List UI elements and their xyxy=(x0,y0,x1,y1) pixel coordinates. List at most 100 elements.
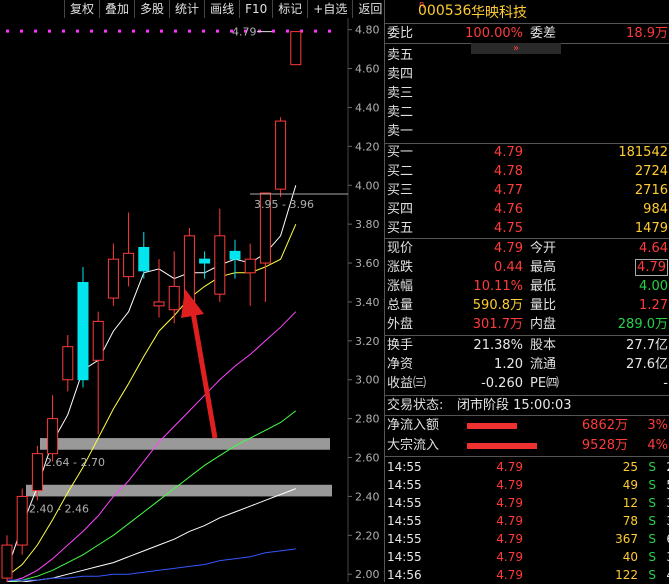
magenta-dot xyxy=(118,29,121,33)
tick-row: 14:554.7912S3 xyxy=(385,494,669,512)
y-tick-label: 3.40 xyxy=(355,296,380,309)
stat-value: 301.7万 xyxy=(472,317,523,332)
divider xyxy=(385,456,669,457)
weibi-row: 委比 100.00% 委差 18.9万 xyxy=(385,24,669,43)
fund-value: -0.260 xyxy=(481,376,523,391)
candle-body xyxy=(244,258,256,274)
tick-volume: 78 xyxy=(622,514,638,528)
buy-volume: 1479 xyxy=(634,221,668,236)
buy-level-label: 买一 xyxy=(387,145,414,160)
weicha-value: 18.9万 xyxy=(626,26,668,41)
buy-row: 买四 4.76 984 xyxy=(385,200,669,219)
fund-row: 净资 1.20 流通 27.6亿 xyxy=(385,355,669,374)
candle xyxy=(244,243,256,306)
magenta-dot xyxy=(216,29,219,33)
buy-price: 4.79 xyxy=(494,145,523,160)
tick-volume: 12 xyxy=(622,496,638,510)
sell-row: 卖一 xyxy=(385,122,669,141)
candle xyxy=(92,311,104,435)
candle-body xyxy=(77,281,89,381)
stat-label: 总量 xyxy=(387,298,414,313)
candle-body xyxy=(16,495,28,546)
stat-label: 内盘 xyxy=(530,317,557,332)
fuquan-button[interactable]: 复权 xyxy=(65,0,101,18)
tick-price: 4.79 xyxy=(496,496,523,510)
overlay-button[interactable]: 叠加 xyxy=(100,0,136,18)
candle-body xyxy=(153,301,165,307)
candle xyxy=(168,251,180,324)
kline-svg[interactable]: 4.80 4.60 4.40 4.20 4.00 3.80 3.60 3.40 3.20 3.00… xyxy=(0,18,383,582)
fund-value: 1.20 xyxy=(494,357,523,372)
buy-row: 买五 4.75 1479 xyxy=(385,219,669,238)
tick-time: 14:55 xyxy=(387,550,422,564)
multi-stock-button[interactable]: 多股 xyxy=(135,0,171,18)
magenta-dot xyxy=(76,29,79,33)
stat-value: 1.27 xyxy=(639,298,668,313)
statistics-button[interactable]: 统计 xyxy=(170,0,206,18)
sell-row: 卖四 xyxy=(385,65,669,84)
status-row: 交易状态: 闭市阶段 15:00:03 xyxy=(385,396,669,415)
status-value: 闭市阶段 15:00:03 xyxy=(457,398,572,413)
status-label: 交易状态: xyxy=(387,398,444,413)
tick-volume: 367 xyxy=(615,532,638,546)
top-dotted-line xyxy=(6,29,331,33)
stat-value: 4.79 xyxy=(494,241,523,256)
candle-body xyxy=(290,31,302,66)
stock-name: 华映科技 xyxy=(471,5,527,21)
candle-body xyxy=(214,235,226,295)
y-tick-label: 4.00 xyxy=(355,179,380,192)
magenta-dot xyxy=(104,29,107,33)
sell-row: 卖三 xyxy=(385,84,669,103)
y-tick-label: 4.20 xyxy=(355,140,380,153)
buy-level-label: 买三 xyxy=(387,183,414,198)
magenta-dot xyxy=(132,29,135,33)
buy-price: 4.76 xyxy=(494,202,523,217)
ma-line-5 xyxy=(7,548,296,581)
stat-label: 最高 xyxy=(530,260,557,275)
magenta-dot xyxy=(48,29,51,33)
ma-line-1 xyxy=(6,224,297,577)
tick-side: S xyxy=(648,478,656,492)
stat-value: 0.44 xyxy=(494,260,523,275)
flow-row: 净流入额 6862万 3% xyxy=(385,416,669,435)
magenta-dot xyxy=(20,29,23,33)
tick-time: 14:55 xyxy=(387,496,422,510)
y-tick-label: 2.80 xyxy=(355,413,380,426)
stat-row: 外盘 301.7万 内盘 289.0万 xyxy=(385,315,669,334)
buy-row: 买二 4.78 2724 xyxy=(385,162,669,181)
y-tick-label: 3.00 xyxy=(355,374,380,387)
magenta-dot xyxy=(258,29,261,33)
fund-value: 21.38% xyxy=(473,338,523,353)
magenta-dot xyxy=(174,29,177,33)
candle-body xyxy=(199,258,211,264)
f10-button[interactable]: F10 xyxy=(240,0,274,18)
stock-terminal: 复权 叠加 多股 统计 画线 F10 标记 +自选 返回 4.80 4.60 4.4… xyxy=(0,0,669,582)
red-arrow-icon xyxy=(181,289,218,439)
candle xyxy=(123,212,135,287)
chart-toolbar: 复权 叠加 多股 统计 画线 F10 标记 +自选 返回 xyxy=(0,0,389,18)
candle xyxy=(47,395,59,462)
flow-percent: 4% xyxy=(647,438,668,453)
flow-row: 大宗流入 9528万 4% xyxy=(385,436,669,455)
candle-body xyxy=(138,246,150,272)
fund-label: 股本 xyxy=(530,338,557,353)
tick-volume: 122 xyxy=(615,568,638,582)
stat-value: 4.00 xyxy=(639,279,668,294)
candle xyxy=(1,535,13,582)
y-tick-label: 3.20 xyxy=(355,335,380,348)
magenta-dot xyxy=(286,29,289,33)
fund-label: 换手 xyxy=(387,338,414,353)
y-tick-label: 2.40 xyxy=(355,490,380,503)
magenta-dot xyxy=(34,29,37,33)
candle-body xyxy=(31,453,43,492)
sell-level-label: 卖四 xyxy=(387,67,414,82)
magenta-dot xyxy=(188,29,191,33)
draw-line-button[interactable]: 画线 xyxy=(205,0,241,18)
add-watchlist-button[interactable]: +自选 xyxy=(308,0,354,18)
sell-level-label: 卖五 xyxy=(387,48,414,63)
candle xyxy=(16,488,28,555)
mark-button[interactable]: 标记 xyxy=(273,0,309,18)
stat-label: 涨幅 xyxy=(387,279,414,294)
kline-chart[interactable]: 4.80 4.60 4.40 4.20 4.00 3.80 3.60 3.40 3.20 3.00… xyxy=(0,18,383,582)
stat-row: 涨跌 0.44 最高 4.79 xyxy=(385,258,669,277)
